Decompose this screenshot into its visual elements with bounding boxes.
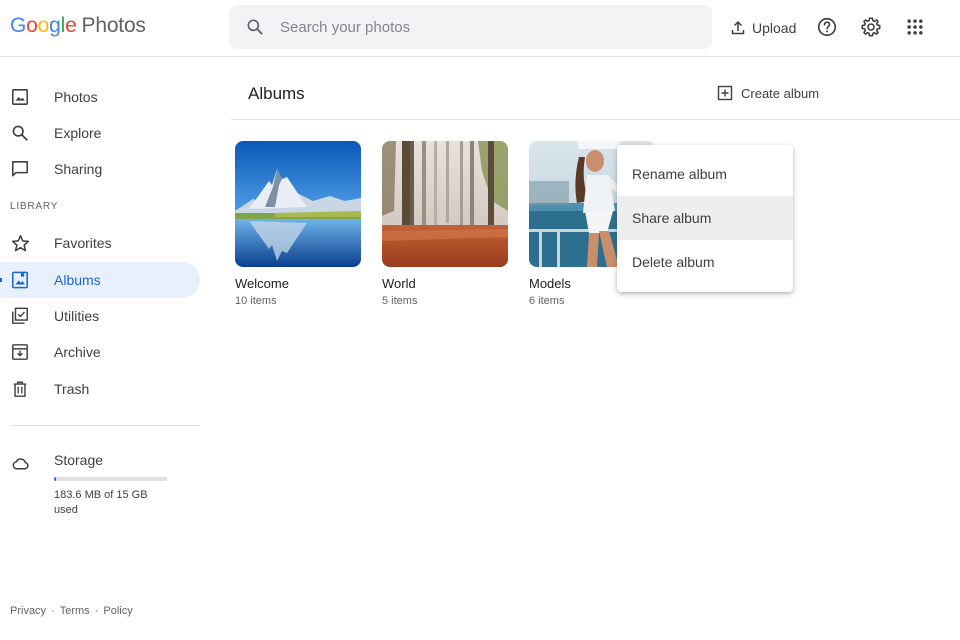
footer-links: Privacy · Terms · Policy [10, 605, 133, 617]
album-title: World [382, 276, 416, 291]
sidebar-item-label: Trash [54, 381, 90, 397]
create-album-button[interactable]: Create album [717, 85, 819, 101]
storage-progress-fill [54, 477, 56, 481]
album-title: Models [529, 276, 571, 291]
search-bar[interactable] [229, 5, 712, 49]
album-title: Welcome [235, 276, 289, 291]
chat-bubble-icon [10, 159, 30, 179]
storage-progress-bar [54, 477, 167, 481]
search-icon [10, 123, 30, 143]
sidebar-item-explore[interactable]: Explore [0, 115, 200, 151]
album-icon [10, 270, 30, 290]
menu-item-share-album[interactable]: Share album [617, 196, 793, 240]
sidebar-item-photos[interactable]: Photos [0, 79, 200, 115]
storage-usage-text: 183.6 MB of 15 GB used [54, 489, 148, 516]
content-divider [231, 119, 960, 120]
active-indicator [0, 278, 2, 282]
google-wordmark: Google [10, 14, 77, 37]
footer-separator: · [94, 605, 99, 617]
library-section-label: LIBRARY [10, 201, 59, 212]
search-icon[interactable] [245, 17, 265, 37]
help-icon[interactable] [814, 14, 840, 40]
upload-label: Upload [752, 20, 797, 36]
archive-icon [10, 342, 30, 362]
add-box-icon [717, 85, 733, 101]
album-card[interactable]: World 5 items [382, 141, 508, 307]
create-album-label: Create album [741, 85, 820, 101]
sidebar-divider [10, 425, 200, 426]
terms-link[interactable]: Terms [60, 605, 90, 617]
sidebar-item-label: Archive [54, 344, 101, 360]
search-input[interactable] [280, 18, 680, 36]
upload-button[interactable]: Upload [730, 15, 796, 41]
album-cover-forest[interactable] [382, 141, 508, 267]
sidebar-item-label: Favorites [54, 235, 112, 251]
cloud-icon [10, 453, 30, 473]
sidebar-item-favorites[interactable]: Favorites [0, 225, 200, 261]
menu-item-delete-album[interactable]: Delete album [617, 240, 793, 284]
sidebar-item-utilities[interactable]: Utilities [0, 298, 200, 334]
apps-grid-icon[interactable] [902, 14, 928, 40]
upload-icon [731, 20, 745, 35]
album-item-count: 6 items [529, 295, 565, 307]
sidebar-item-label: Albums [54, 272, 101, 288]
sidebar-item-label: Utilities [54, 308, 100, 324]
product-name: Photos [81, 14, 146, 37]
sidebar-item-albums[interactable]: Albums [0, 262, 200, 298]
sidebar-item-trash[interactable]: Trash [0, 371, 200, 407]
settings-icon[interactable] [858, 14, 884, 40]
utilities-icon [10, 306, 30, 326]
page-title: Albums [248, 84, 305, 103]
privacy-link[interactable]: Privacy [10, 605, 46, 617]
photo-icon [10, 87, 30, 107]
google-photos-logo[interactable]: Google Photos [10, 14, 146, 38]
sidebar-item-label: Photos [54, 89, 98, 105]
sidebar-item-archive[interactable]: Archive [0, 334, 200, 370]
sidebar-item-label: Explore [54, 125, 102, 141]
policy-link[interactable]: Policy [103, 605, 132, 617]
sidebar-item-sharing[interactable]: Sharing [0, 151, 200, 187]
menu-item-rename-album[interactable]: Rename album [617, 152, 793, 196]
star-icon [10, 233, 30, 253]
top-app-bar: Google Photos Upload [0, 0, 960, 57]
album-cover-mountain[interactable] [235, 141, 361, 267]
footer-separator: · [51, 605, 55, 617]
trash-icon [10, 379, 30, 399]
album-item-count: 10 items [235, 295, 277, 307]
storage-title[interactable]: Storage [54, 452, 103, 468]
album-card[interactable]: Welcome 10 items [235, 141, 361, 307]
sidebar-nav: Photos Explore Sharing LIBRARY Favorites… [0, 57, 215, 640]
album-context-menu: Rename album Share album Delete album [617, 145, 793, 292]
album-item-count: 5 items [382, 295, 418, 307]
sidebar-item-label: Sharing [54, 161, 103, 177]
